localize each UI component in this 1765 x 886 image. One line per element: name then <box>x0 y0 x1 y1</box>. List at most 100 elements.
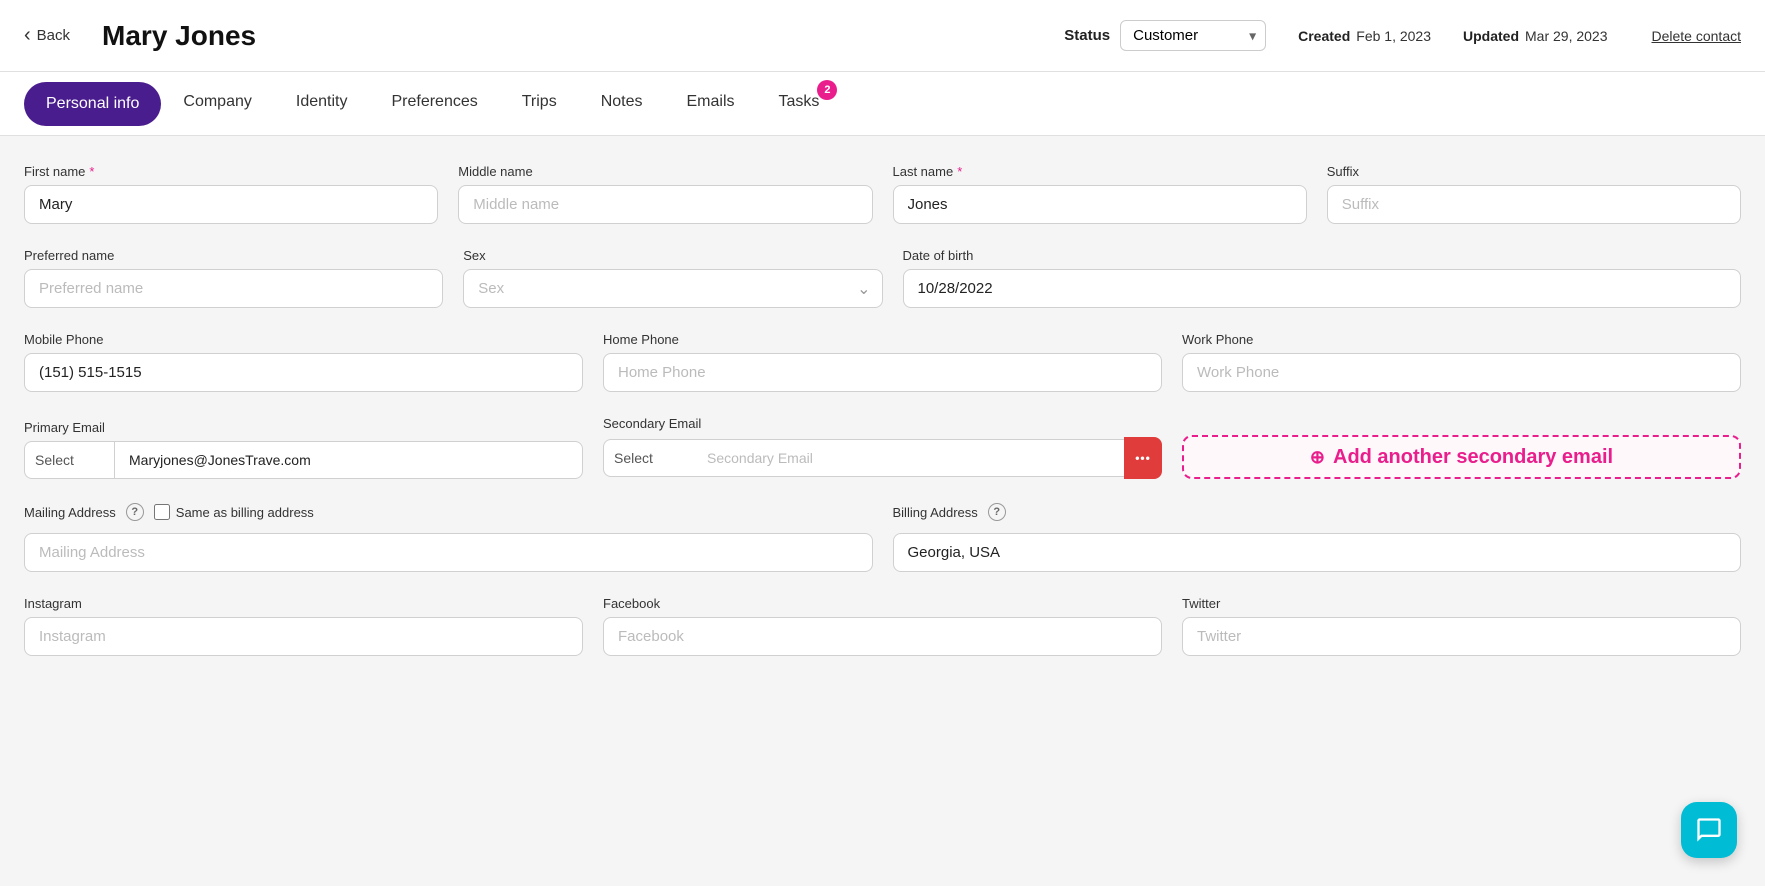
delete-contact-button[interactable]: Delete contact <box>1652 28 1742 44</box>
billing-help-icon[interactable]: ? <box>988 503 1006 521</box>
instagram-field: Instagram <box>24 596 583 656</box>
tab-identity[interactable]: Identity <box>274 72 370 136</box>
tab-personal-info[interactable]: Personal info <box>24 82 161 126</box>
phones-row: Mobile Phone Home Phone Work Phone <box>24 332 1741 392</box>
facebook-field: Facebook <box>603 596 1162 656</box>
status-select-wrap: LeadCustomerPast CustomerVIP <box>1120 20 1266 51</box>
preferred-name-field: Preferred name <box>24 248 443 308</box>
status-select[interactable]: LeadCustomerPast CustomerVIP <box>1120 20 1266 51</box>
work-phone-input[interactable] <box>1182 353 1741 392</box>
twitter-input[interactable] <box>1182 617 1741 656</box>
add-secondary-email-wrapper: ⊕ Add another secondary email <box>1182 435 1741 479</box>
same-as-billing-checkbox[interactable] <box>154 504 170 520</box>
secondary-email-field: Secondary Email Select Home Work ••• <box>603 416 1162 479</box>
same-as-billing-label[interactable]: Same as billing address <box>154 504 314 520</box>
contact-name: Mary Jones <box>102 20 256 52</box>
facebook-label: Facebook <box>603 596 1162 611</box>
primary-email-label: Primary Email <box>24 420 583 435</box>
tab-personal-info-label: Personal info <box>46 95 139 113</box>
first-name-label: First name * <box>24 164 438 179</box>
sex-select-wrap: Sex Male Female Other Prefer not to say <box>463 269 882 308</box>
mobile-phone-field: Mobile Phone <box>24 332 583 392</box>
billing-address-input[interactable] <box>893 533 1742 572</box>
updated-value: Mar 29, 2023 <box>1525 28 1608 44</box>
middle-name-input[interactable] <box>458 185 872 224</box>
instagram-label: Instagram <box>24 596 583 611</box>
required-indicator-2: * <box>957 164 962 179</box>
add-secondary-email-button[interactable]: ⊕ Add another secondary email <box>1182 435 1741 479</box>
back-button[interactable]: ‹ Back <box>24 24 70 47</box>
suffix-label: Suffix <box>1327 164 1741 179</box>
tab-notes[interactable]: Notes <box>579 72 665 136</box>
mailing-address-input[interactable] <box>24 533 873 572</box>
tab-emails[interactable]: Emails <box>665 72 757 136</box>
secondary-email-label: Secondary Email <box>603 416 1162 431</box>
main-content: First name * Middle name Last name * <box>0 136 1765 886</box>
form-grid: First name * Middle name Last name * <box>24 164 1741 656</box>
tab-preferences[interactable]: Preferences <box>369 72 499 136</box>
plus-circle-icon: ⊕ <box>1310 447 1325 468</box>
work-phone-label: Work Phone <box>1182 332 1741 347</box>
twitter-label: Twitter <box>1182 596 1741 611</box>
first-name-field: First name * <box>24 164 438 224</box>
work-phone-field: Work Phone <box>1182 332 1741 392</box>
mobile-phone-input[interactable] <box>24 353 583 392</box>
primary-email-field: Primary Email Select Home Work <box>24 420 583 479</box>
last-name-label: Last name * <box>893 164 1307 179</box>
dob-input[interactable] <box>903 269 1742 308</box>
mailing-help-icon[interactable]: ? <box>126 503 144 521</box>
tab-emails-label: Emails <box>687 93 735 111</box>
status-group: Status LeadCustomerPast CustomerVIP <box>1064 20 1266 51</box>
last-name-input[interactable] <box>893 185 1307 224</box>
tab-tasks[interactable]: Tasks 2 <box>757 72 842 136</box>
dots-icon: ••• <box>1135 451 1151 465</box>
created-group: Created Feb 1, 2023 <box>1298 28 1431 44</box>
address-row: Mailing Address ? Same as billing addres… <box>24 503 1741 572</box>
back-label: Back <box>37 27 70 44</box>
mailing-address-label: Mailing Address <box>24 505 116 520</box>
top-header: ‹ Back Mary Jones Status LeadCustomerPas… <box>0 0 1765 72</box>
suffix-field: Suffix <box>1327 164 1741 224</box>
email-row: Primary Email Select Home Work Secondar <box>24 416 1741 479</box>
tab-tasks-label: Tasks <box>779 93 820 111</box>
sex-field: Sex Sex Male Female Other Prefer not to … <box>463 248 882 308</box>
tab-trips-label: Trips <box>522 93 557 111</box>
preferred-name-input[interactable] <box>24 269 443 308</box>
dob-label: Date of birth <box>903 248 1742 263</box>
sex-label: Sex <box>463 248 882 263</box>
home-phone-field: Home Phone <box>603 332 1162 392</box>
tab-trips[interactable]: Trips <box>500 72 579 136</box>
required-indicator: * <box>89 164 94 179</box>
created-value: Feb 1, 2023 <box>1356 28 1431 44</box>
first-name-input[interactable] <box>24 185 438 224</box>
tab-company-label: Company <box>183 93 251 111</box>
social-row: Instagram Facebook Twitter <box>24 596 1741 656</box>
billing-label-row: Billing Address ? <box>893 503 1742 521</box>
tab-notes-label: Notes <box>601 93 643 111</box>
created-label: Created <box>1298 28 1350 44</box>
facebook-input[interactable] <box>603 617 1162 656</box>
tab-preferences-label: Preferences <box>391 93 477 111</box>
chat-fab-button[interactable] <box>1681 802 1737 858</box>
home-phone-label: Home Phone <box>603 332 1162 347</box>
updated-group: Updated Mar 29, 2023 <box>1463 28 1608 44</box>
secondary-email-type-select[interactable]: Select Home Work <box>603 439 693 477</box>
billing-address-field: Billing Address ? <box>893 503 1742 572</box>
primary-email-type-select[interactable]: Select Home Work <box>24 441 114 479</box>
home-phone-input[interactable] <box>603 353 1162 392</box>
add-secondary-label: Add another secondary email <box>1333 446 1613 469</box>
chat-icon <box>1695 816 1723 844</box>
mobile-phone-label: Mobile Phone <box>24 332 583 347</box>
secondary-email-options-button[interactable]: ••• <box>1124 437 1162 479</box>
tab-company[interactable]: Company <box>161 72 273 136</box>
suffix-input[interactable] <box>1327 185 1741 224</box>
primary-email-input-row: Select Home Work <box>24 441 583 479</box>
tab-identity-label: Identity <box>296 93 348 111</box>
primary-email-input[interactable] <box>114 441 583 479</box>
same-as-billing-text: Same as billing address <box>176 505 314 520</box>
secondary-email-input-row: Select Home Work ••• <box>603 437 1162 479</box>
instagram-input[interactable] <box>24 617 583 656</box>
last-name-field: Last name * <box>893 164 1307 224</box>
sex-select[interactable]: Sex Male Female Other Prefer not to say <box>463 269 882 308</box>
secondary-email-input[interactable] <box>693 439 1124 477</box>
